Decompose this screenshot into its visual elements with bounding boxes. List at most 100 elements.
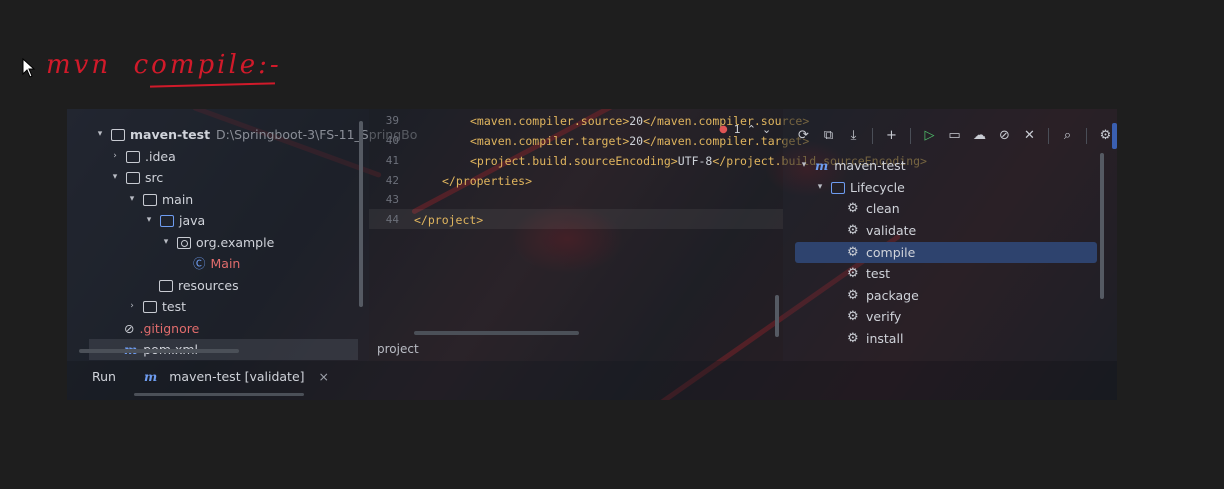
folder-icon: [126, 171, 140, 184]
gear-icon: ⚙: [847, 331, 859, 346]
toolbar-separator: [872, 127, 873, 144]
chevron-down-icon[interactable]: ▾: [127, 189, 137, 210]
error-icon: ●: [719, 124, 728, 135]
line-number: 39: [385, 114, 399, 127]
offline-icon[interactable]: ☁: [971, 127, 988, 144]
chevron-down-icon[interactable]: ▾: [144, 210, 154, 231]
selected-goal-highlight: [795, 242, 1097, 263]
goal-package[interactable]: ⚙ package: [847, 285, 919, 306]
run-title[interactable]: Run: [92, 369, 116, 384]
skip-tests-icon[interactable]: ⊘: [996, 127, 1013, 144]
generate-sources-icon[interactable]: ⧉: [820, 127, 837, 144]
editor-vertical-scrollbar[interactable]: [775, 295, 779, 337]
close-icon[interactable]: ×: [319, 369, 329, 384]
gear-icon: ⚙: [847, 201, 859, 216]
download-icon[interactable]: ⤓: [845, 127, 862, 144]
tree-item-label: java: [179, 213, 206, 228]
tree-item-main-class[interactable]: Ⓒ Main: [193, 253, 240, 274]
lifecycle-node[interactable]: ▾ Lifecycle: [815, 177, 905, 198]
goal-validate[interactable]: ⚙ validate: [847, 220, 916, 241]
goal-label: clean: [866, 201, 900, 216]
tree-item-label: org.example: [196, 235, 275, 250]
tree-item-label: resources: [178, 278, 239, 293]
folder-icon: [143, 193, 157, 206]
chevron-down-icon[interactable]: ▾: [815, 177, 825, 198]
tree-item-idea[interactable]: › .idea: [110, 146, 176, 167]
maven-project-label: maven-test: [834, 158, 906, 173]
lifecycle-label: Lifecycle: [850, 180, 905, 195]
tree-item-gitignore[interactable]: ⊘ .gitignore: [124, 318, 199, 339]
next-highlight-icon[interactable]: ⌄: [762, 123, 771, 136]
add-icon[interactable]: +: [883, 127, 900, 144]
ignored-file-icon: ⊘: [124, 321, 135, 336]
editor-breadcrumb[interactable]: project: [377, 342, 419, 356]
maven-tool-window: ⟳ ⧉ ⤓ + ▷ ▭ ☁ ⊘ ✕ ⌕ ⚙ ▾ m maven-test ▾ L…: [783, 109, 1117, 361]
lifecycle-folder-icon: [831, 181, 845, 194]
tree-item-resources[interactable]: resources: [159, 275, 239, 296]
code-area[interactable]: <maven.compiler.source>20</maven.compile…: [414, 109, 927, 227]
analyze-dependencies-icon[interactable]: ⌕: [1059, 127, 1076, 144]
tree-item-org-example[interactable]: ▾ org.example: [161, 232, 275, 253]
run-icon[interactable]: ▷: [921, 127, 938, 144]
maven-toolbar: ⟳ ⧉ ⤓ + ▷ ▭ ☁ ⊘ ✕ ⌕ ⚙: [795, 127, 1114, 144]
chevron-right-icon[interactable]: ›: [127, 296, 137, 317]
goal-test[interactable]: ⚙ test: [847, 263, 890, 284]
tree-item-label: maven-test: [130, 127, 211, 142]
goal-label: package: [866, 288, 919, 303]
annotation-underline: [149, 82, 276, 88]
editor-pane[interactable]: 39 40 41 42 43 44 <maven.compiler.source…: [369, 109, 927, 361]
project-vertical-scrollbar[interactable]: [359, 121, 363, 307]
goal-install[interactable]: ⚙ install: [847, 328, 903, 349]
toolbar-separator: [1086, 127, 1087, 144]
editor-horizontal-scrollbar[interactable]: [414, 331, 579, 335]
chevron-down-icon[interactable]: ▾: [95, 124, 105, 145]
module-folder-icon: [111, 128, 125, 141]
tree-item-label: Main: [210, 256, 241, 271]
goal-clean[interactable]: ⚙ clean: [847, 198, 900, 219]
folder-icon: [126, 150, 140, 163]
goal-verify[interactable]: ⚙ verify: [847, 306, 901, 327]
chevron-down-icon[interactable]: ▾: [799, 155, 809, 176]
run-tool-window-header: Run m maven-test [validate] ×: [67, 361, 1117, 400]
reload-icon[interactable]: ⟳: [795, 127, 812, 144]
maven-icon: m: [144, 369, 158, 384]
maven-vertical-scrollbar[interactable]: [1100, 153, 1104, 299]
tree-item-test[interactable]: › test: [127, 296, 186, 317]
project-horizontal-scrollbar[interactable]: [79, 349, 239, 353]
line-number-gutter: 39 40 41 42 43 44: [369, 109, 409, 339]
tree-item-label: test: [162, 299, 187, 314]
folder-icon: [143, 300, 157, 313]
tree-item-label: src: [145, 170, 164, 185]
collapse-icon[interactable]: ✕: [1021, 127, 1038, 144]
side-tab-indicator[interactable]: [1112, 123, 1117, 149]
tree-item-java[interactable]: ▾ java: [144, 210, 205, 231]
maven-project-node[interactable]: ▾ m maven-test: [799, 155, 906, 176]
project-tool-window: ▾ maven-test D:\Springboot-3\FS-11_Sprin…: [67, 109, 417, 361]
goal-label: install: [866, 331, 904, 346]
run-tab[interactable]: m maven-test [validate] ×: [144, 369, 329, 384]
line-number: 43: [385, 193, 399, 206]
tree-item-label: .idea: [145, 149, 176, 164]
inspection-widget[interactable]: ● 1 ⌃ ⌄: [719, 123, 771, 136]
toolbar-separator: [1048, 127, 1049, 144]
ide-window: ▾ maven-test D:\Springboot-3\FS-11_Sprin…: [67, 109, 1117, 400]
chevron-down-icon[interactable]: ▾: [161, 232, 171, 253]
chevron-right-icon[interactable]: ›: [110, 146, 120, 167]
gear-icon: ⚙: [847, 309, 859, 324]
line-number: 44: [385, 213, 399, 226]
package-icon: [177, 236, 191, 249]
tree-item-label: .gitignore: [139, 321, 200, 336]
tree-item-src[interactable]: ▾ src: [110, 167, 164, 188]
line-number: 42: [385, 174, 399, 187]
chevron-down-icon[interactable]: ▾: [110, 167, 120, 188]
execute-goal-icon[interactable]: ▭: [946, 127, 963, 144]
handwritten-annotation: mvn compile:-: [46, 50, 282, 80]
line-number: 40: [385, 134, 399, 147]
tree-item-main[interactable]: ▾ main: [127, 189, 194, 210]
goal-label: test: [866, 266, 891, 281]
previous-highlight-icon[interactable]: ⌃: [747, 123, 756, 136]
code-line: </project>: [414, 213, 484, 227]
resources-folder-icon: [159, 279, 173, 292]
class-icon: Ⓒ: [193, 256, 206, 271]
goal-compile[interactable]: ⚙ compile: [847, 242, 915, 263]
